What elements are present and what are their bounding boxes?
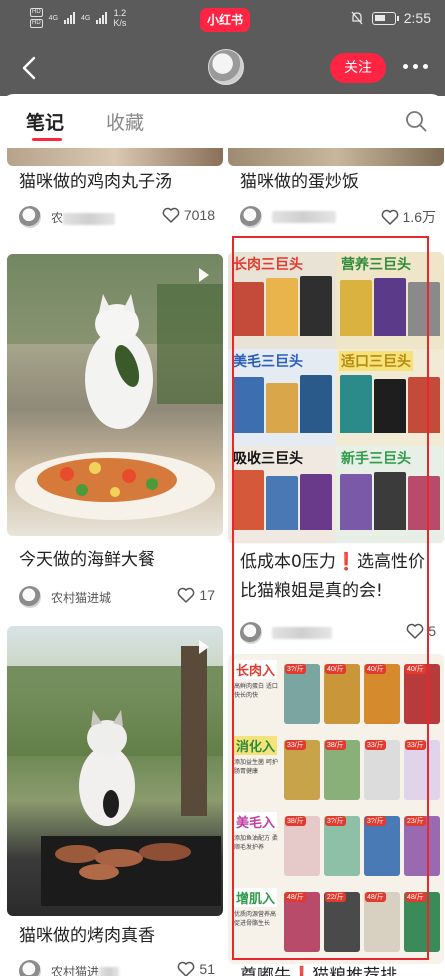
battery-fill [374,14,385,21]
video-play-icon [199,640,209,654]
author-avatar[interactable] [19,586,41,608]
profile-avatar[interactable] [208,49,244,85]
note-card[interactable]: 猫咪做的鸡肉丸子汤 农 7018 [7,148,223,240]
xiaohongshu-badge: 小红书 [200,8,250,32]
note-title[interactable]: 猫咪做的蛋炒饭 [240,168,436,197]
network-speed: 1.2 K/s [113,8,126,28]
highlight-box [232,236,429,960]
hd-label: HD [30,19,43,28]
note-title[interactable]: 猫咪做的烤肉真香 [19,922,215,951]
more-options-icon[interactable] [403,64,428,69]
note-cover-image[interactable] [7,626,223,916]
heart-icon[interactable] [381,209,399,225]
tab-favorites[interactable]: 收藏 [106,108,144,135]
status-bar: HD HD 4G 4G 1.2 K/s 小红书 2:55 [0,0,445,40]
note-meta: 农村猫进 51 [19,960,215,976]
like-count[interactable]: 1.6万 [381,207,436,227]
note-card[interactable]: 今天做的海鲜大餐 农村猫进城 17 [7,254,223,614]
author-name[interactable]: 农 [51,209,116,226]
author-name[interactable]: 农村猫进 [51,963,120,976]
video-play-icon [199,268,209,282]
status-signal-group: HD HD 4G 4G 1.2 K/s [30,8,126,28]
follow-button[interactable]: 关注 [330,53,386,83]
like-number: 5 [428,623,436,639]
author-avatar[interactable] [19,206,41,228]
author-name[interactable] [272,209,336,223]
status-right-group: 2:55 [350,10,431,26]
like-number: 7018 [183,207,215,223]
like-number: 17 [199,587,215,603]
author-avatar[interactable] [19,960,41,976]
note-card[interactable]: 猫咪做的蛋炒饭 1.6万 [228,148,444,240]
mute-bell-icon [351,11,363,25]
note-card[interactable]: 猫咪做的烤肉真香 农村猫进 51 [7,626,223,976]
note-meta: 1.6万 [240,206,436,230]
battery-icon [371,11,399,25]
hd-label: HD [30,8,43,17]
note-cover-image[interactable] [7,148,223,166]
signal-bars-icon [96,12,108,24]
heart-icon[interactable] [162,207,180,223]
cat-cooking-illustration [7,254,223,520]
speed-value: 1.2 [113,8,127,18]
hd-indicator: HD HD [30,8,43,28]
search-icon[interactable] [405,110,427,132]
author-avatar[interactable] [240,206,262,228]
note-meta: 农 7018 [19,206,215,230]
note-cover-image[interactable] [7,254,223,536]
signal-bars-icon [64,12,76,24]
note-title[interactable]: 猫咪做的鸡肉丸子汤 [19,168,215,197]
profile-tabs: 笔记 收藏 [0,94,445,146]
like-count[interactable]: 7018 [162,207,215,223]
blurred-text [63,212,116,225]
like-count[interactable]: 17 [177,587,215,603]
note-title[interactable]: 尊嘟牛❗猫粮推荐排 [240,962,436,976]
heart-icon[interactable] [177,587,195,603]
heart-icon[interactable] [177,961,195,976]
network-type: 4G [48,14,59,22]
speed-unit: K/s [113,18,127,28]
like-number: 51 [199,961,215,976]
network-type: 4G [81,14,91,22]
blurred-text [99,966,120,976]
tab-notes[interactable]: 笔记 [26,108,64,141]
note-meta: 农村猫进城 17 [19,586,215,610]
profile-content-sheet: 笔记 收藏 猫咪做的鸡肉丸子汤 农 7018 今天做的海鲜大餐 农村猫进城 17… [0,94,445,976]
blurred-text [272,210,336,223]
like-count[interactable]: 51 [177,961,215,976]
back-arrow-icon[interactable] [16,54,44,82]
profile-nav-bar: 关注 [0,40,445,96]
cat-grilling-illustration [7,646,223,906]
author-name[interactable]: 农村猫进城 [51,589,111,606]
note-title[interactable]: 今天做的海鲜大餐 [19,546,215,575]
note-cover-image[interactable] [228,148,444,166]
like-number: 1.6万 [402,209,436,225]
clock: 2:55 [403,10,431,26]
